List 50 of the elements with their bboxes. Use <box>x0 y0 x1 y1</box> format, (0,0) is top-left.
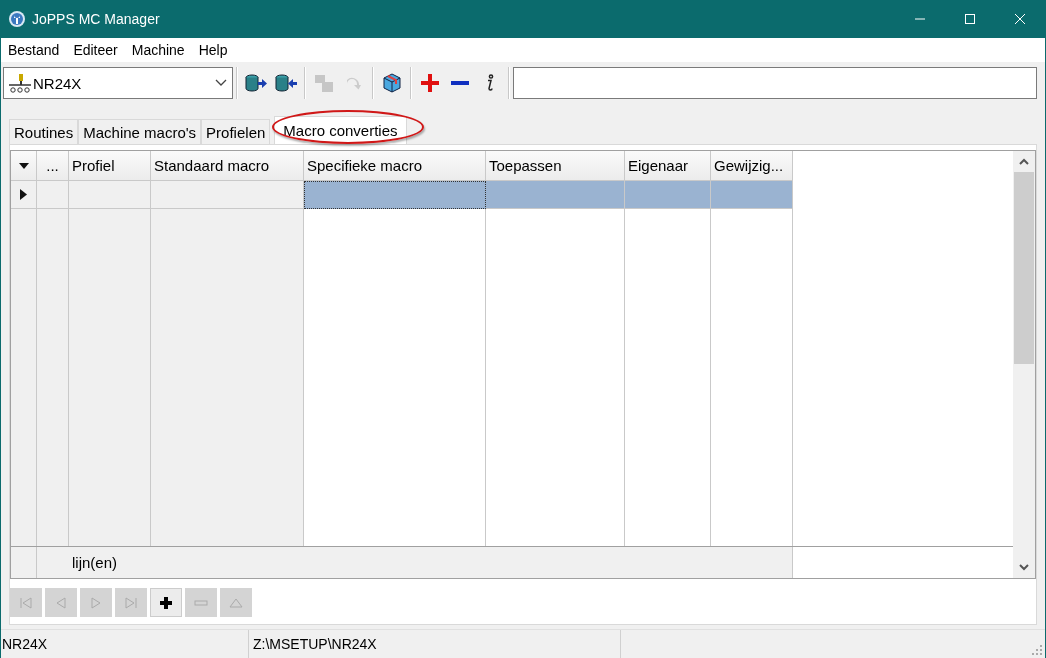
column-header[interactable]: Standaard macro <box>151 151 304 181</box>
skip-first-icon <box>18 594 34 611</box>
skip-last-icon <box>123 594 139 611</box>
scroll-up-icon[interactable] <box>1019 158 1029 165</box>
close-icon <box>1014 13 1026 25</box>
menu-item[interactable]: Machine <box>124 42 192 58</box>
plus-icon <box>158 594 174 611</box>
tab[interactable]: Macro converties <box>274 116 407 144</box>
tab[interactable]: Routines <box>9 119 79 144</box>
window-title: JoPPS MC Manager <box>32 11 161 27</box>
status-text: NR24X <box>1 630 249 658</box>
column-header[interactable]: Gewijzig... <box>711 151 793 181</box>
machine-dropdown[interactable]: NR24X <box>3 67 233 99</box>
dropdown-caret-icon[interactable] <box>215 79 227 87</box>
resize-grip-icon[interactable] <box>1031 644 1043 656</box>
tab[interactable]: Machine macro's <box>78 119 202 144</box>
redo-icon <box>347 76 361 90</box>
column-header[interactable]: Eigenaar <box>625 151 711 181</box>
minus-icon <box>451 81 469 85</box>
vertical-scrollbar[interactable] <box>1013 151 1035 578</box>
package-icon <box>383 73 401 93</box>
minimize-icon <box>914 18 926 20</box>
maximize-icon <box>964 13 976 25</box>
machine-name: NR24X <box>33 74 83 92</box>
column-header[interactable]: Profiel <box>69 151 151 181</box>
menu-item[interactable]: Editeer <box>66 42 125 58</box>
text-field[interactable] <box>513 67 1037 99</box>
database-arrow-left-icon <box>275 74 297 92</box>
database-arrow-right-icon <box>245 74 267 92</box>
column-header[interactable]: ... <box>37 151 69 181</box>
status-text: Z:\MSETUP\NR24X <box>249 630 621 658</box>
scrollbar-thumb[interactable] <box>1014 172 1034 364</box>
navigator-button[interactable] <box>150 588 182 617</box>
scroll-down-icon[interactable] <box>1019 564 1029 571</box>
column-header[interactable]: Toepassen <box>486 151 625 181</box>
menu-item[interactable]: Help <box>191 42 235 58</box>
column-header[interactable]: Specifieke macro <box>304 151 486 181</box>
copy-icon <box>315 74 333 92</box>
machine-icon <box>7 71 33 95</box>
plus-icon <box>421 74 439 92</box>
dropdown-triangle-icon[interactable] <box>18 162 29 169</box>
app-logo-icon <box>8 10 26 28</box>
tab[interactable]: Profielen <box>201 119 271 144</box>
row-indicator[interactable] <box>11 181 37 209</box>
info-icon <box>486 74 494 92</box>
row-count-label: lijn(en) <box>37 547 793 578</box>
table-cell[interactable] <box>304 181 486 209</box>
indicator-header[interactable] <box>11 151 37 181</box>
menu-item[interactable]: Bestand <box>1 42 67 58</box>
footer-cell <box>11 547 37 578</box>
